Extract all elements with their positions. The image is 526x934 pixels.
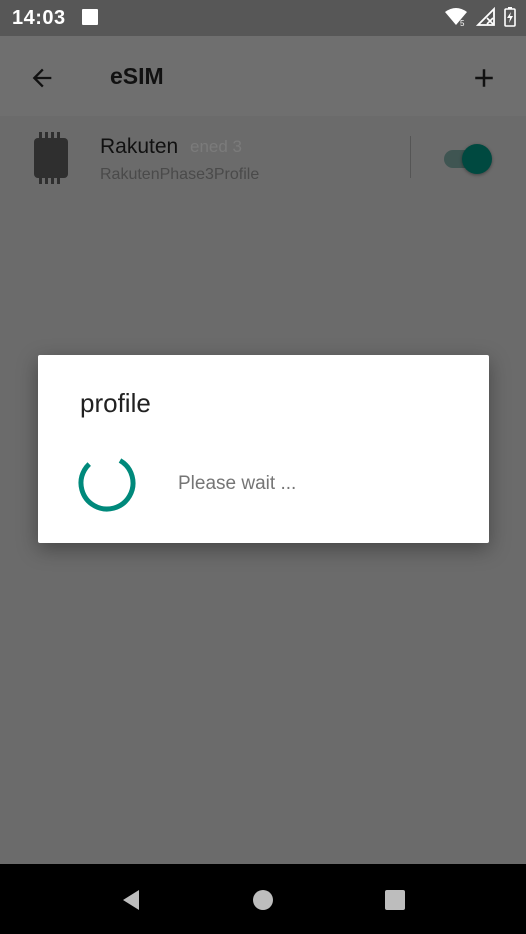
add-icon: [475, 69, 493, 87]
profile-list-item[interactable]: Rakuten ened 3 RakutenPhase3Profile: [0, 118, 526, 202]
sim-chip-icon: [34, 132, 68, 184]
arrow-back-icon: [32, 68, 52, 88]
recents-square-icon: [385, 890, 405, 910]
status-time: 14:03: [12, 7, 66, 29]
battery-charging-icon: [504, 7, 516, 27]
wifi-icon: 5: [445, 8, 467, 27]
toggle-thumb: [462, 144, 492, 174]
dialog-message: Please wait ...: [178, 473, 297, 494]
back-button[interactable]: [22, 58, 62, 98]
divider: [410, 136, 411, 178]
svg-text:5: 5: [460, 19, 465, 27]
nav-back-button[interactable]: [115, 884, 147, 916]
page-title: eSIM: [110, 63, 164, 89]
profile-name: Rakuten: [100, 135, 179, 158]
back-triangle-icon: [123, 890, 139, 910]
profile-toggle[interactable]: [444, 142, 494, 174]
progress-dialog: profile Please wait ...: [38, 355, 489, 543]
profile-subtitle: RakutenPhase3Profile: [100, 166, 260, 183]
no-signal-icon: [476, 7, 495, 26]
notification-square-icon: [82, 9, 98, 25]
nav-home-button[interactable]: [247, 884, 279, 916]
navigation-bar: [0, 864, 526, 934]
home-circle-icon: [253, 890, 273, 910]
app-bar: eSIM: [0, 36, 526, 116]
loading-spinner-icon: [78, 454, 136, 512]
status-bar: 14:03 5: [0, 0, 526, 36]
nav-recents-button[interactable]: [379, 884, 411, 916]
add-profile-button[interactable]: [464, 58, 504, 98]
status-icons: 5: [444, 7, 516, 27]
dialog-title: profile: [80, 388, 151, 418]
profile-status-text: ened 3: [190, 137, 242, 156]
